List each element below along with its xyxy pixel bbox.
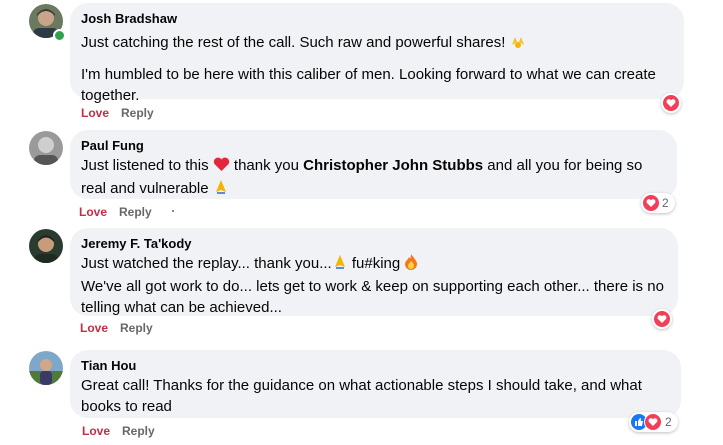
reaction-badge[interactable]: 2 [641,193,675,213]
reaction-badge[interactable] [661,93,681,113]
comment-bubble: Tian Hou Great call! Thanks for the guid… [70,350,681,418]
red-heart-emoji [213,157,230,178]
folded-hands-emoji [213,179,229,201]
love-button[interactable]: Love [79,205,107,219]
reaction-badge[interactable]: 2 [629,412,678,432]
reply-button[interactable]: Reply [121,106,154,120]
love-button[interactable]: Love [80,321,108,335]
comment-text: Just listened to this thank you Christop… [81,155,665,201]
comment-bubble: Paul Fung Just listened to this thank yo… [70,130,677,199]
avatar[interactable] [29,131,63,165]
separator-dot [172,210,174,212]
love-reaction-icon [654,311,670,327]
love-reaction-icon [663,95,679,111]
reply-button[interactable]: Reply [120,321,153,335]
comment-author[interactable]: Josh Bradshaw [81,11,672,27]
mention-link[interactable]: Christopher John Stubbs [303,157,483,174]
comment-text: Great call! Thanks for the guidance on w… [81,377,642,415]
raising-hands-emoji [510,33,526,55]
love-button[interactable]: Love [82,424,110,438]
fire-emoji [404,253,418,276]
love-reaction-icon [643,195,659,211]
reaction-badge[interactable] [652,309,672,329]
folded-hands-emoji [332,254,348,276]
love-button[interactable]: Love [81,106,109,120]
comment-text-para2: I'm humbled to be here with this caliber… [81,66,656,104]
reaction-count: 2 [662,196,669,210]
comment-author[interactable]: Paul Fung [81,138,665,154]
love-reaction-icon [644,413,662,431]
reaction-count: 2 [665,415,672,429]
comment-author[interactable]: Jeremy F. Ta'kody [81,236,666,252]
comment-text-para2: We've all got work to do... lets get to … [81,278,664,316]
comment-text: Just catching the rest of the call. Such… [81,32,672,55]
comment-actions: Love Reply [81,106,154,120]
comment-actions: Love Reply [82,424,155,438]
comment-actions: Love Reply [79,205,152,219]
online-indicator [53,29,66,42]
comment-bubble: Josh Bradshaw Just catching the rest of … [70,3,684,104]
comment-bubble: Jeremy F. Ta'kody Just watched the repla… [70,228,678,316]
comment-text: Just watched the replay... thank you... … [81,253,666,276]
reply-button[interactable]: Reply [122,424,155,438]
comment-actions: Love Reply [80,321,153,335]
reply-button[interactable]: Reply [119,205,152,219]
avatar[interactable] [29,351,63,385]
avatar[interactable] [29,229,63,263]
comment-author[interactable]: Tian Hou [81,358,669,374]
